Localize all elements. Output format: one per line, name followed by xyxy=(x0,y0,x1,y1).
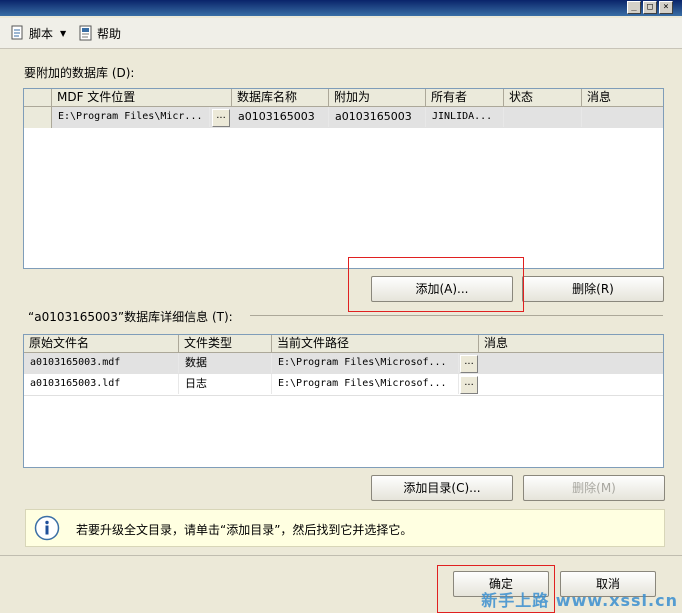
grid-header-attach-as[interactable]: 附加为 xyxy=(329,89,426,107)
file-type-cell[interactable]: 数据 xyxy=(179,353,272,373)
help-label: 帮助 xyxy=(97,26,122,41)
grid-header-db-name[interactable]: 数据库名称 xyxy=(232,89,329,107)
help-button[interactable]: 帮助 xyxy=(78,24,121,42)
grid-header-message[interactable]: 消息 xyxy=(582,89,663,107)
status-cell xyxy=(504,107,582,127)
database-details-grid[interactable]: 原始文件名 文件类型 当前文件路径 消息 a0103165003.mdf 数据 … xyxy=(23,334,664,468)
grid-header-owner[interactable]: 所有者 xyxy=(426,89,504,107)
message-cell xyxy=(479,374,663,394)
chevron-down-icon: ▼ xyxy=(60,28,67,38)
info-icon xyxy=(34,515,60,541)
browse-path-button[interactable]: ... xyxy=(460,355,478,373)
message-cell xyxy=(479,353,663,373)
info-panel: 若要升级全文目录，请单击“添加目录”，然后找到它并选择它。 xyxy=(25,509,665,547)
remove-database-button[interactable]: 删除(R) xyxy=(522,276,664,302)
grid-header-current-path[interactable]: 当前文件路径 xyxy=(272,335,479,353)
original-file-cell[interactable]: a0103165003.ldf xyxy=(24,374,179,394)
message-cell xyxy=(582,107,663,127)
details-divider xyxy=(250,315,663,316)
row-selector[interactable] xyxy=(24,107,52,128)
window-title-bar: _ □ × xyxy=(0,0,682,16)
help-icon xyxy=(79,25,92,41)
remove-file-button: 删除(M) xyxy=(523,475,665,501)
owner-cell[interactable]: JINLIDA... xyxy=(426,107,504,127)
original-file-cell[interactable]: a0103165003.mdf xyxy=(24,353,179,373)
maximize-button[interactable]: □ xyxy=(643,1,657,14)
close-button[interactable]: × xyxy=(659,1,673,14)
grid-header-mdf[interactable]: MDF 文件位置 xyxy=(52,89,232,107)
db-name-cell[interactable]: a0103165003 xyxy=(232,107,329,127)
grid-header-file-type[interactable]: 文件类型 xyxy=(179,335,272,353)
table-row[interactable]: E:\Program Files\Micr... ... a0103165003… xyxy=(24,107,663,128)
attach-databases-label: 要附加的数据库 (D): xyxy=(24,66,135,80)
mdf-location-cell[interactable]: E:\Program Files\Micr... xyxy=(52,107,210,127)
attach-databases-grid[interactable]: MDF 文件位置 数据库名称 附加为 所有者 状态 消息 E:\Program … xyxy=(23,88,664,269)
grid-header-rowselector xyxy=(24,89,52,107)
add-catalog-button[interactable]: 添加目录(C)... xyxy=(371,475,513,501)
table-row[interactable]: a0103165003.mdf 数据 E:\Program Files\Micr… xyxy=(24,353,663,374)
watermark: 新手上路 www.xssl.cn xyxy=(481,591,678,610)
script-menu-button[interactable]: 脚本 ▼ xyxy=(10,24,66,42)
grid-header-original-file[interactable]: 原始文件名 xyxy=(24,335,179,353)
toolbar: 脚本 ▼ 帮助 xyxy=(0,18,682,49)
script-label: 脚本 xyxy=(29,26,54,41)
database-details-label: “a0103165003”数据库详细信息 (T): xyxy=(28,310,233,324)
table-row[interactable]: a0103165003.ldf 日志 E:\Program Files\Micr… xyxy=(24,374,663,396)
file-type-cell[interactable]: 日志 xyxy=(179,374,272,394)
attach-as-cell[interactable]: a0103165003 xyxy=(329,107,426,127)
script-icon xyxy=(11,25,23,40)
current-path-cell[interactable]: E:\Program Files\Microsof... xyxy=(272,374,459,394)
dialog-footer: 确定 取消 新手上路 www.xssl.cn xyxy=(0,555,682,613)
grid-header-message[interactable]: 消息 xyxy=(479,335,663,353)
grid-header-status[interactable]: 状态 xyxy=(504,89,582,107)
minimize-button[interactable]: _ xyxy=(627,1,641,14)
add-database-button[interactable]: 添加(A)... xyxy=(371,276,513,302)
browse-mdf-button[interactable]: ... xyxy=(212,109,230,127)
info-text: 若要升级全文目录，请单击“添加目录”，然后找到它并选择它。 xyxy=(76,523,413,537)
browse-path-button[interactable]: ... xyxy=(460,376,478,394)
current-path-cell[interactable]: E:\Program Files\Microsof... xyxy=(272,353,459,373)
